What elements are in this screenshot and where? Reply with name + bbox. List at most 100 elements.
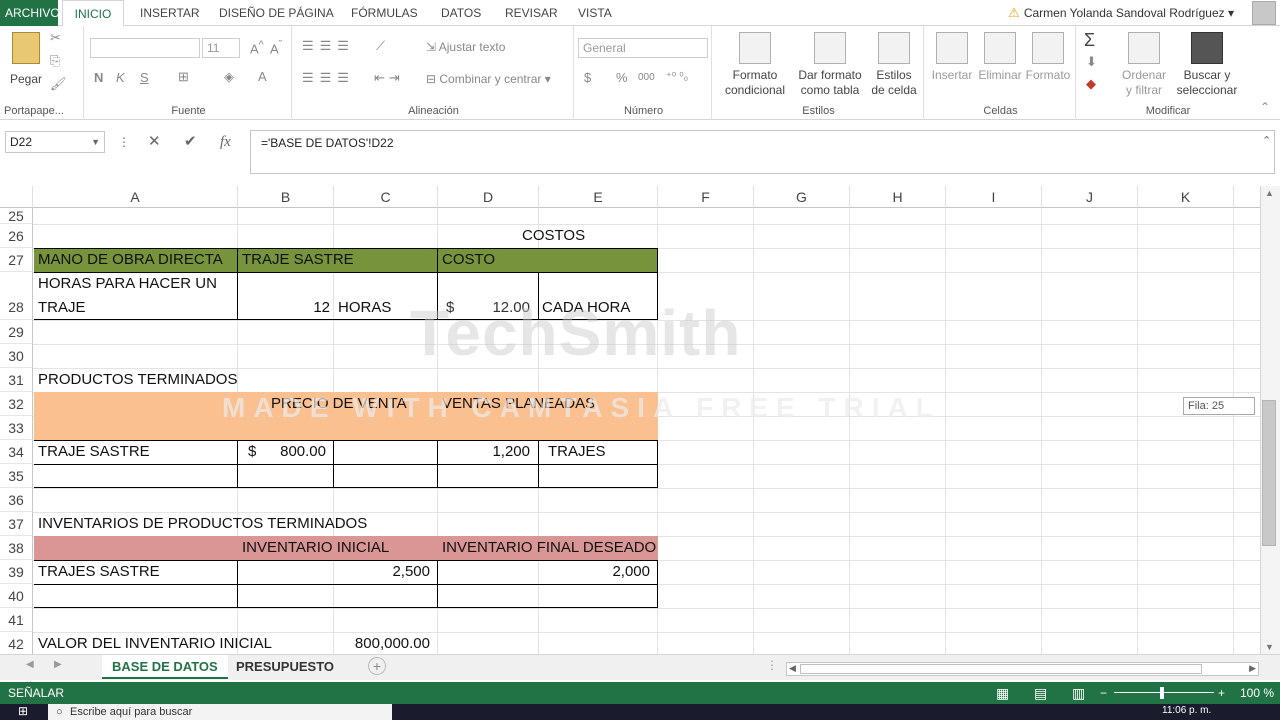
borders-icon[interactable]: ⊞ (178, 69, 189, 85)
zoom-in-icon[interactable]: + (1218, 682, 1225, 704)
name-box[interactable]: D22 ▼ (5, 131, 105, 153)
row-header-35[interactable]: 35 (0, 464, 33, 488)
format-painter-icon[interactable]: 🖌 (50, 76, 67, 92)
zoom-out-icon[interactable]: − (1100, 682, 1107, 704)
currency-button[interactable]: $ (584, 70, 591, 85)
column-header-d[interactable]: D (438, 186, 539, 208)
indent-icons[interactable]: ⇤⇥ (374, 70, 404, 86)
column-header-i[interactable]: I (946, 186, 1042, 208)
tab-data[interactable]: DATOS (441, 0, 481, 26)
next-sheet-icon[interactable]: ▶ (54, 659, 62, 670)
cancel-icon[interactable]: ✕ (148, 131, 161, 153)
tab-review[interactable]: REVISAR (505, 0, 558, 26)
font-name-combo[interactable] (90, 38, 200, 58)
font-size-combo[interactable]: 11 (202, 38, 240, 58)
user-account[interactable]: ⚠ Carmen Yolanda Sandoval Rodríguez ▾ (1008, 0, 1234, 26)
wrap-text-button[interactable]: ⇲ Ajustar texto (426, 40, 505, 54)
row-header-27[interactable]: 27 (0, 248, 33, 272)
merge-center-button[interactable]: ⊟ Combinar y centrar ▾ (426, 72, 551, 86)
scroll-down-icon[interactable]: ▼ (1265, 642, 1274, 652)
format-as-table-button[interactable]: Dar formato como tabla (794, 32, 866, 98)
collapse-ribbon-icon[interactable]: ⌃ (1260, 100, 1270, 114)
row-header-31[interactable]: 31 (0, 368, 33, 392)
column-header-h[interactable]: H (850, 186, 946, 208)
conditional-format-button[interactable]: Formato condicional (718, 32, 792, 98)
tab-home[interactable]: INICIO (62, 0, 124, 27)
avatar[interactable] (1252, 1, 1276, 25)
taskbar-search[interactable]: ○ Escribe aquí para buscar (48, 704, 392, 720)
fill-color-icon[interactable]: ◈ (224, 69, 234, 85)
horizontal-scroll-thumb[interactable] (800, 664, 1202, 674)
vertical-align-icons[interactable]: ☰☰☰ (302, 38, 355, 54)
row-header-32[interactable]: 32 (0, 392, 33, 416)
shrink-font-icon[interactable]: Aˇ (270, 39, 282, 56)
insert-function-button[interactable]: fx (220, 131, 231, 153)
select-all-corner[interactable] (0, 186, 33, 208)
percent-button[interactable]: % (616, 70, 628, 85)
cut-icon[interactable]: ✂ (50, 30, 61, 46)
column-header-b[interactable]: B (238, 186, 334, 208)
zoom-slider[interactable] (1114, 692, 1214, 693)
italic-button[interactable]: K (116, 70, 125, 85)
page-break-view-icon[interactable]: ▥ (1072, 682, 1085, 704)
prev-sheet-icon[interactable]: ◀ (26, 659, 34, 670)
number-format-combo[interactable]: General (578, 38, 708, 58)
tab-insert[interactable]: INSERTAR (140, 0, 200, 26)
clear-icon[interactable]: ◆ (1086, 76, 1096, 92)
horizontal-align-icons[interactable]: ☰☰☰ (302, 70, 355, 86)
column-header-c[interactable]: C (334, 186, 438, 208)
row-header-34[interactable]: 34 (0, 440, 33, 464)
row-header-37[interactable]: 37 (0, 512, 33, 536)
font-color-icon[interactable]: A (258, 69, 267, 84)
vertical-scroll-thumb[interactable] (1262, 400, 1276, 546)
sort-filter-button[interactable]: Ordenar y filtrar (1118, 32, 1170, 98)
row-header-33[interactable]: 33 (0, 416, 33, 440)
split-handle-icon[interactable]: ⋮ (766, 658, 778, 672)
column-header-a[interactable]: A (33, 186, 238, 208)
autosum-icon[interactable]: Σ (1084, 30, 1095, 51)
add-sheet-icon[interactable]: + (368, 657, 386, 675)
tab-view[interactable]: VISTA (578, 0, 612, 26)
column-header-g[interactable]: G (754, 186, 850, 208)
zoom-slider-thumb[interactable] (1160, 687, 1164, 699)
sheet-tab-base-de-datos[interactable]: BASE DE DATOS (102, 655, 228, 679)
row-header-28[interactable]: 28 (0, 272, 33, 320)
zoom-level[interactable]: 100 % (1240, 682, 1274, 704)
fill-icon[interactable]: ⬇ (1086, 54, 1097, 70)
row-header-36[interactable]: 36 (0, 488, 33, 512)
row-header-26[interactable]: 26 (0, 224, 33, 248)
cell-styles-button[interactable]: Estilos de celda (868, 32, 920, 98)
format-cells-button[interactable]: Formato (1024, 32, 1072, 83)
copy-icon[interactable]: ⎘ (50, 53, 60, 69)
column-header-k[interactable]: K (1138, 186, 1234, 208)
row-header-40[interactable]: 40 (0, 584, 33, 608)
enter-icon[interactable]: ✔ (184, 131, 197, 153)
column-header-e[interactable]: E (539, 186, 658, 208)
thousands-button[interactable]: 000 (638, 72, 655, 83)
delete-cells-button[interactable]: Eliminar (976, 32, 1024, 83)
scroll-right-icon[interactable]: ▶ (1249, 663, 1256, 674)
insert-cells-button[interactable]: Insertar (928, 32, 976, 83)
row-header-41[interactable]: 41 (0, 608, 33, 632)
scroll-left-icon[interactable]: ◀ (789, 663, 796, 674)
bold-button[interactable]: N (94, 70, 103, 85)
grow-font-icon[interactable]: A^ (250, 39, 264, 56)
tab-page-layout[interactable]: DISEÑO DE PÁGINA (219, 0, 334, 26)
row-header-42[interactable]: 42 (0, 632, 33, 654)
row-header-39[interactable]: 39 (0, 560, 33, 584)
row-header-30[interactable]: 30 (0, 344, 33, 368)
paste-button[interactable]: Pegar (6, 32, 46, 87)
formula-input[interactable]: ='BASE DE DATOS'!D22 (250, 130, 1275, 174)
decimal-icons[interactable]: ⁺⁰ ⁰₀ (666, 70, 688, 83)
column-header-j[interactable]: J (1042, 186, 1138, 208)
sheet-tab-presupuesto[interactable]: PRESUPUESTO (226, 655, 344, 679)
scroll-up-icon[interactable]: ▲ (1265, 188, 1274, 198)
row-header-29[interactable]: 29 (0, 320, 33, 344)
column-header-f[interactable]: F (658, 186, 754, 208)
find-select-button[interactable]: Buscar y seleccionar (1172, 32, 1242, 98)
orientation-icon[interactable]: ⟋ (376, 38, 385, 54)
underline-button[interactable]: S (140, 70, 149, 85)
tab-file[interactable]: ARCHIVO (0, 0, 60, 26)
expand-formula-icon[interactable]: ⌃ (1262, 130, 1271, 152)
page-layout-view-icon[interactable]: ▤ (1034, 682, 1047, 704)
